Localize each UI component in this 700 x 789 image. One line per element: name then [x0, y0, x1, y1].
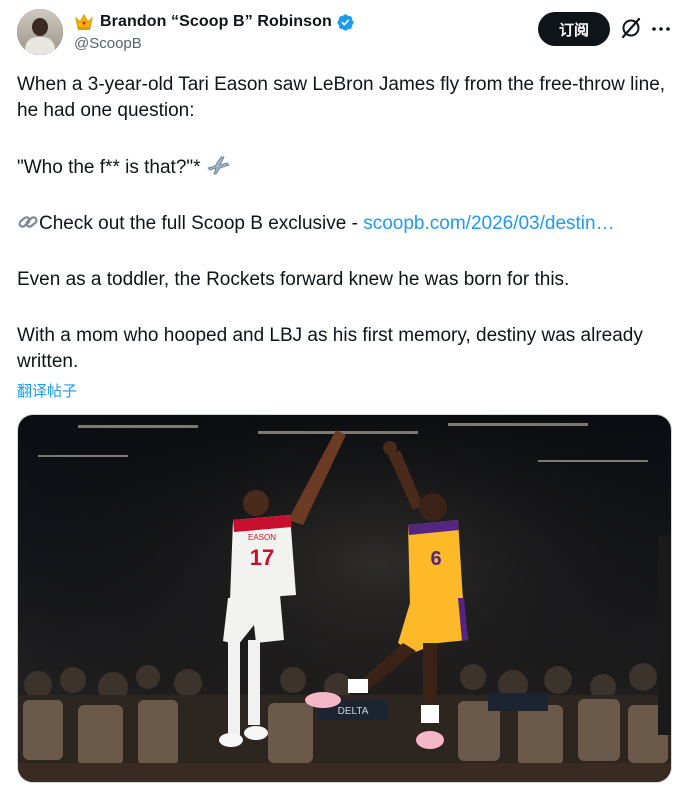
- tweet-text: When a 3-year-old Tari Eason saw LeBron …: [17, 72, 677, 375]
- verified-badge-icon: [337, 13, 354, 31]
- tweet-paragraph-quote: "Who the f** is that?"*: [17, 154, 677, 181]
- tweet-paragraph-3: Even as a toddler, the Rockets forward k…: [17, 269, 570, 290]
- tweet-quote-text: "Who the f** is that?"*: [17, 157, 201, 178]
- basketball-photo: DELTA 17 EASON 6: [18, 415, 671, 782]
- tweet-link-prefix: Check out the full Scoop B exclusive -: [39, 213, 358, 234]
- jersey-left-number: 17: [250, 545, 274, 570]
- follow-button[interactable]: 订阅: [538, 12, 610, 46]
- author-display-name[interactable]: Brandon “Scoop B” Robinson: [100, 13, 332, 31]
- airplane-emoji-icon: [207, 156, 230, 175]
- jersey-right-number: 6: [430, 548, 441, 570]
- link-emoji-icon: [18, 216, 38, 228]
- crown-emoji-icon: [75, 13, 93, 30]
- jersey-left-name: EASON: [248, 533, 276, 542]
- grok-icon[interactable]: [619, 16, 643, 40]
- author-name-row[interactable]: Brandon “Scoop B” Robinson: [74, 11, 355, 33]
- article-link[interactable]: scoopb.com/2026/03/destin…: [363, 213, 614, 234]
- more-icon[interactable]: [650, 18, 672, 40]
- tweet-paragraph-link: Check out the full Scoop B exclusive - s…: [17, 211, 677, 237]
- delta-sign: DELTA: [338, 706, 369, 717]
- avatar[interactable]: [17, 9, 63, 55]
- author-handle[interactable]: @ScoopB: [74, 35, 142, 52]
- tweet-photo[interactable]: DELTA 17 EASON 6: [17, 414, 672, 783]
- tweet-paragraph-4: With a mom who hooped and LBJ as his fir…: [17, 325, 643, 372]
- tweet-paragraph-1: When a 3-year-old Tari Eason saw LeBron …: [17, 74, 666, 121]
- translate-post-link[interactable]: 翻译帖子: [17, 380, 77, 401]
